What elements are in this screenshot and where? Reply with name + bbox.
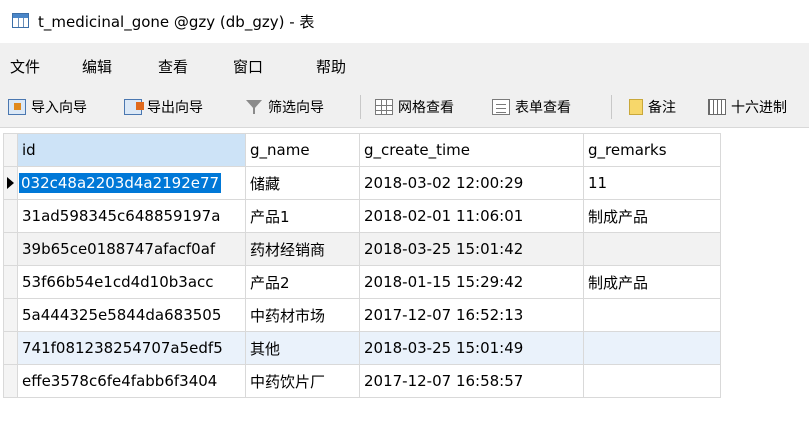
hex-label: 十六进制 [731, 100, 787, 116]
filter-wizard-label: 筛选向导 [268, 100, 324, 116]
grid-view-button[interactable]: 网格查看 [375, 96, 454, 118]
cell-g-create-time[interactable]: 2018-03-02 12:00:29 [359, 166, 584, 200]
data-grid: id g_name g_create_time g_remarks 032c48… [0, 128, 809, 423]
window-title: t_medicinal_gone @gzy (db_gzy) - 表 [38, 13, 315, 31]
title-bar: t_medicinal_gone @gzy (db_gzy) - 表 [0, 0, 809, 42]
import-wizard-label: 导入向导 [31, 100, 87, 116]
hex-button[interactable]: 十六进制 [708, 96, 787, 118]
cell-g-name[interactable]: 中药饮片厂 [245, 364, 360, 398]
table-row[interactable]: effe3578c6fe4fabb6f3404 中药饮片厂 2017-12-07… [3, 364, 721, 398]
export-wizard-button[interactable]: 导出向导 [124, 96, 203, 118]
form-view-label: 表单查看 [515, 100, 571, 116]
selected-cell-text: 032c48a2203d4a2192e77 [19, 173, 222, 193]
column-header-id[interactable]: id [17, 133, 246, 167]
data-table: id g_name g_create_time g_remarks 032c48… [3, 133, 721, 398]
header-row: id g_name g_create_time g_remarks [3, 133, 721, 167]
row-indicator[interactable] [3, 364, 18, 398]
row-indicator[interactable] [3, 298, 18, 332]
cell-g-create-time[interactable]: 2017-12-07 16:58:57 [359, 364, 584, 398]
export-icon [124, 99, 144, 115]
import-icon [8, 99, 26, 115]
column-header-g-name[interactable]: g_name [245, 133, 360, 167]
import-wizard-button[interactable]: 导入向导 [8, 96, 87, 118]
table-row[interactable]: 032c48a2203d4a2192e77 储藏 2018-03-02 12:0… [3, 166, 721, 200]
cell-g-name[interactable]: 产品2 [245, 265, 360, 299]
row-indicator[interactable] [3, 265, 18, 299]
menu-edit[interactable]: 编辑 [82, 56, 112, 77]
cell-g-remarks[interactable]: 11 [583, 166, 721, 200]
filter-wizard-button[interactable]: 筛选向导 [245, 96, 324, 118]
filter-icon [245, 99, 263, 115]
cell-g-create-time[interactable]: 2018-03-25 15:01:49 [359, 331, 584, 365]
row-indicator[interactable] [3, 331, 18, 365]
column-header-g-remarks[interactable]: g_remarks [583, 133, 721, 167]
table-icon [12, 13, 29, 28]
grid-icon [375, 99, 393, 115]
cell-g-name[interactable]: 储藏 [245, 166, 360, 200]
cell-id[interactable]: 032c48a2203d4a2192e77 [17, 166, 246, 200]
table-row[interactable]: 53f66b54e1cd4d10b3acc 产品2 2018-01-15 15:… [3, 265, 721, 299]
cell-g-create-time[interactable]: 2017-12-07 16:52:13 [359, 298, 584, 332]
grid-view-label: 网格查看 [398, 100, 454, 116]
memo-icon [629, 99, 643, 115]
export-wizard-label: 导出向导 [147, 100, 203, 116]
table-row[interactable]: 5a444325e5844da683505 中药材市场 2017-12-07 1… [3, 298, 721, 332]
cell-g-remarks[interactable] [583, 364, 721, 398]
cell-g-name[interactable]: 药材经销商 [245, 232, 360, 266]
toolbar-divider [360, 95, 361, 119]
column-header-g-create-time[interactable]: g_create_time [359, 133, 584, 167]
toolbar: 导入向导 导出向导 筛选向导 网格查看 表单查看 备注 十六进制 [0, 87, 809, 128]
cell-g-name[interactable]: 其他 [245, 331, 360, 365]
row-indicator[interactable] [3, 199, 18, 233]
toolbar-divider [611, 95, 612, 119]
cell-g-remarks[interactable] [583, 232, 721, 266]
cell-g-name[interactable]: 中药材市场 [245, 298, 360, 332]
cell-id[interactable]: 31ad598345c648859197a [17, 199, 246, 233]
cell-g-remarks[interactable]: 制成产品 [583, 199, 721, 233]
menu-bar: 文件 编辑 查看 窗口 帮助 [0, 43, 809, 87]
row-indicator[interactable] [3, 166, 18, 200]
table-row[interactable]: 39b65ce0188747afacf0af 药材经销商 2018-03-25 … [3, 232, 721, 266]
memo-button[interactable]: 备注 [629, 96, 676, 118]
cell-g-remarks[interactable]: 制成产品 [583, 265, 721, 299]
cell-g-name[interactable]: 产品1 [245, 199, 360, 233]
row-indicator[interactable] [3, 232, 18, 266]
cell-id[interactable]: 39b65ce0188747afacf0af [17, 232, 246, 266]
cell-g-create-time[interactable]: 2018-02-01 11:06:01 [359, 199, 584, 233]
hex-icon [708, 99, 726, 115]
current-row-arrow-icon [7, 177, 14, 189]
menu-file[interactable]: 文件 [10, 56, 40, 77]
menu-view[interactable]: 查看 [158, 56, 188, 77]
cell-g-create-time[interactable]: 2018-01-15 15:29:42 [359, 265, 584, 299]
row-indicator-header [3, 133, 18, 167]
cell-g-remarks[interactable] [583, 298, 721, 332]
form-icon [492, 99, 510, 115]
menu-help[interactable]: 帮助 [316, 56, 346, 77]
table-row[interactable]: 741f081238254707a5edf5 其他 2018-03-25 15:… [3, 331, 721, 365]
cell-id[interactable]: effe3578c6fe4fabb6f3404 [17, 364, 246, 398]
cell-id[interactable]: 53f66b54e1cd4d10b3acc [17, 265, 246, 299]
form-view-button[interactable]: 表单查看 [492, 96, 571, 118]
table-row[interactable]: 31ad598345c648859197a 产品1 2018-02-01 11:… [3, 199, 721, 233]
cell-g-create-time[interactable]: 2018-03-25 15:01:42 [359, 232, 584, 266]
menu-window[interactable]: 窗口 [233, 56, 263, 77]
cell-g-remarks[interactable] [583, 331, 721, 365]
cell-id[interactable]: 5a444325e5844da683505 [17, 298, 246, 332]
memo-label: 备注 [648, 100, 676, 116]
cell-id[interactable]: 741f081238254707a5edf5 [17, 331, 246, 365]
